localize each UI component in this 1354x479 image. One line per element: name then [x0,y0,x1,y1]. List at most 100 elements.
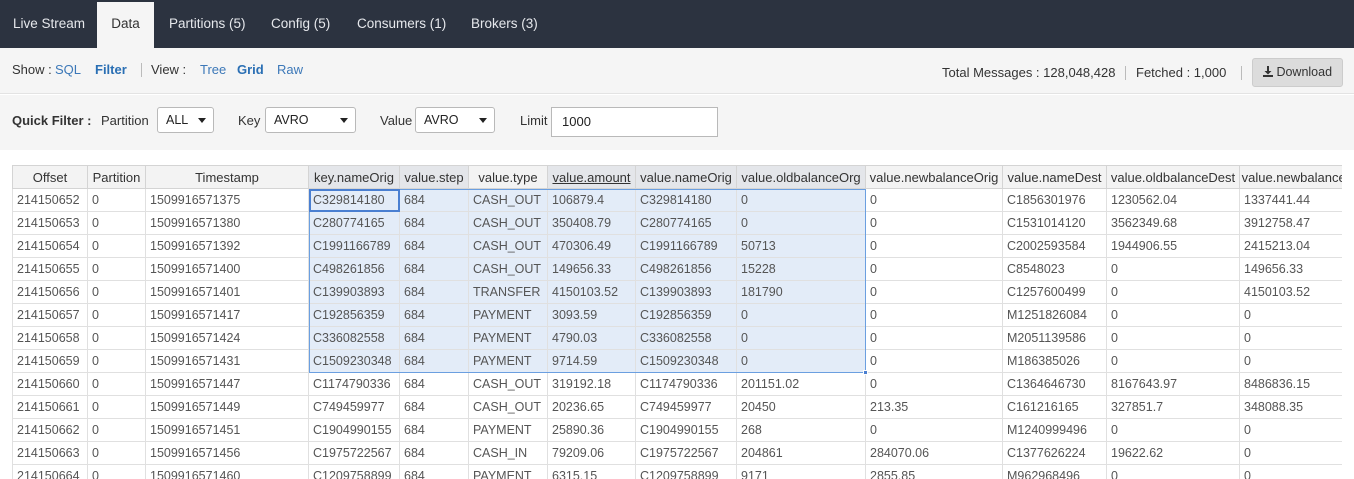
view-tree-link[interactable]: Tree [200,62,226,77]
grid-cell[interactable]: 1509916571401 [146,281,309,304]
show-filter-link[interactable]: Filter [95,62,127,77]
grid-cell[interactable]: 470306.49 [548,235,636,258]
grid-cell[interactable]: 149656.33 [548,258,636,281]
column-header[interactable]: value.oldbalanceOrg [737,165,866,189]
grid-cell[interactable]: 1509916571375 [146,189,309,212]
grid-cell[interactable]: M1240999496 [1003,419,1107,442]
grid-cell[interactable]: 684 [400,258,469,281]
view-grid-link[interactable]: Grid [237,62,264,77]
grid-cell[interactable]: 327851.7 [1107,396,1240,419]
grid-cell[interactable]: 0 [737,350,866,373]
grid-cell[interactable]: 0 [866,258,1003,281]
grid-cell[interactable]: 3562349.68 [1107,212,1240,235]
grid-cell[interactable]: C1975722567 [309,442,400,465]
grid-cell[interactable]: 1509916571449 [146,396,309,419]
grid-cell[interactable]: 9171 [737,465,866,479]
grid-cell[interactable]: 214150662 [12,419,88,442]
grid-cell[interactable]: CASH_OUT [469,373,548,396]
grid-cell[interactable]: 0 [88,281,146,304]
grid-cell[interactable]: C1174790336 [309,373,400,396]
grid-cell[interactable]: C161216165 [1003,396,1107,419]
grid-cell[interactable]: CASH_OUT [469,235,548,258]
grid-cell[interactable]: 0 [88,212,146,235]
grid-cell[interactable]: 684 [400,419,469,442]
grid-cell[interactable]: 0 [1107,419,1240,442]
grid-cell[interactable]: 214150660 [12,373,88,396]
column-header[interactable]: value.amount [548,165,636,189]
value-format-select[interactable]: AVRO [415,107,495,133]
limit-input[interactable]: 1000 [551,107,718,137]
grid-cell[interactable]: C1531014120 [1003,212,1107,235]
grid-cell[interactable]: 1509916571447 [146,373,309,396]
grid-cell[interactable]: 181790 [737,281,866,304]
column-header[interactable]: value.nameDest [1003,165,1107,189]
grid-cell[interactable]: C280774165 [636,212,737,235]
grid-cell[interactable]: C498261856 [636,258,737,281]
grid-cell[interactable]: 8167643.97 [1107,373,1240,396]
grid-cell[interactable]: 214150664 [12,465,88,479]
grid-cell[interactable]: 15228 [737,258,866,281]
grid-cell[interactable]: 6315.15 [548,465,636,479]
grid-cell[interactable]: 106879.4 [548,189,636,212]
column-header[interactable]: Timestamp [146,165,309,189]
grid-cell[interactable]: 4150103.52 [548,281,636,304]
grid-cell[interactable]: 0 [737,212,866,235]
grid-cell[interactable]: 214150653 [12,212,88,235]
grid-cell[interactable]: 20450 [737,396,866,419]
tab-brokers[interactable]: Brokers (3) [471,0,538,48]
grid-cell[interactable]: 268 [737,419,866,442]
grid-cell[interactable]: C329814180 [309,189,400,212]
grid-cell[interactable]: 684 [400,189,469,212]
grid-cell[interactable]: 0 [88,373,146,396]
tab-config[interactable]: Config (5) [271,0,330,48]
grid-cell[interactable]: 213.35 [866,396,1003,419]
grid-cell[interactable]: 20236.65 [548,396,636,419]
grid-cell[interactable]: M186385026 [1003,350,1107,373]
grid-cell[interactable]: PAYMENT [469,327,548,350]
grid-cell[interactable]: 4790.03 [548,327,636,350]
grid-cell[interactable]: C280774165 [309,212,400,235]
grid-cell[interactable]: CASH_OUT [469,258,548,281]
grid-cell[interactable]: 0 [1240,304,1342,327]
column-header[interactable]: value.oldbalanceDest [1107,165,1240,189]
grid-cell[interactable]: 1509916571380 [146,212,309,235]
column-header[interactable]: Offset [12,165,88,189]
grid-cell[interactable]: 1509916571431 [146,350,309,373]
grid-cell[interactable]: 684 [400,442,469,465]
grid-cell[interactable]: PAYMENT [469,304,548,327]
grid-cell[interactable]: M1251826084 [1003,304,1107,327]
grid-cell[interactable]: 3093.59 [548,304,636,327]
grid-cell[interactable]: C139903893 [309,281,400,304]
tab-data[interactable]: Data [97,2,154,48]
grid-cell[interactable]: 0 [737,327,866,350]
fill-handle[interactable] [863,370,868,375]
grid-cell[interactable]: 8486836.15 [1240,373,1342,396]
grid-cell[interactable]: 0 [88,327,146,350]
column-header[interactable]: value.step [400,165,469,189]
grid-cell[interactable]: 350408.79 [548,212,636,235]
grid-cell[interactable]: 2415213.04 [1240,235,1342,258]
grid-cell[interactable]: 1509916571424 [146,327,309,350]
grid-cell[interactable]: C1975722567 [636,442,737,465]
grid-cell[interactable]: M2051139586 [1003,327,1107,350]
grid-cell[interactable]: C1991166789 [309,235,400,258]
grid-cell[interactable]: C1904990155 [309,419,400,442]
grid-cell[interactable]: C1856301976 [1003,189,1107,212]
grid-cell[interactable]: 0 [1107,327,1240,350]
grid-cell[interactable]: C1174790336 [636,373,737,396]
grid-cell[interactable]: 214150655 [12,258,88,281]
grid-cell[interactable]: 0 [1240,419,1342,442]
grid-cell[interactable]: PAYMENT [469,465,548,479]
grid-cell[interactable]: 0 [866,189,1003,212]
grid-cell[interactable]: 0 [88,419,146,442]
grid-cell[interactable]: 0 [88,396,146,419]
grid-cell[interactable]: 684 [400,327,469,350]
column-header[interactable]: value.newbalanceDest [1240,165,1342,189]
grid-cell[interactable]: C1509230348 [309,350,400,373]
grid-cell[interactable]: 684 [400,350,469,373]
grid-cell[interactable]: 1509916571392 [146,235,309,258]
grid-cell[interactable]: 214150661 [12,396,88,419]
data-grid[interactable]: Offset Partition Timestamp key.nameOrig valu… [12,165,1342,479]
grid-cell[interactable]: 0 [866,419,1003,442]
grid-cell[interactable]: 0 [866,350,1003,373]
